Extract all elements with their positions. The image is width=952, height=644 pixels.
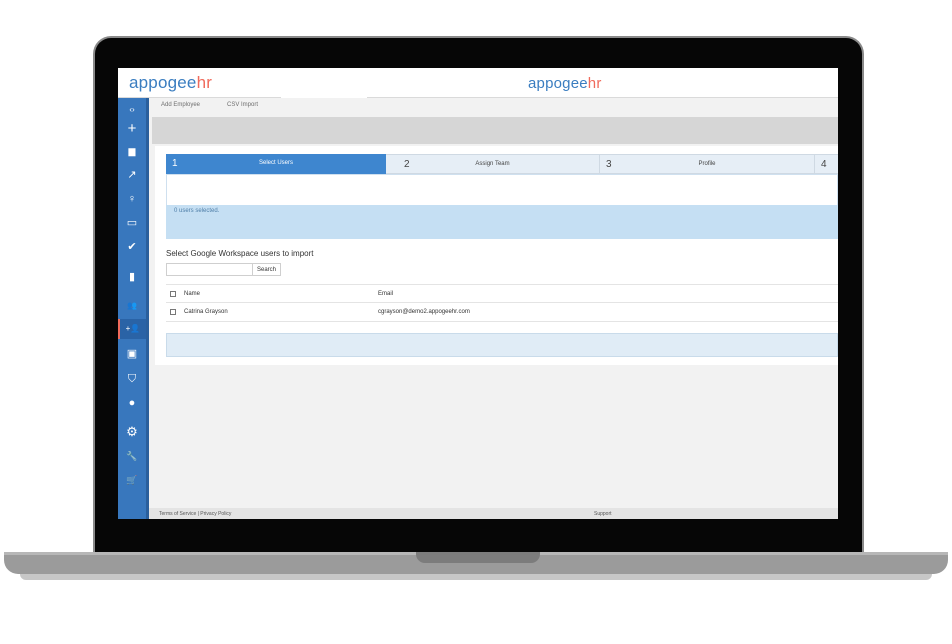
bar-chart-icon[interactable]: ▮: [118, 267, 146, 287]
app-screen: appogeehr appogeehr ‹› + ▆ ↗ ♀ ▭ ✔ ▮ 👥 +…: [118, 68, 838, 519]
row-checkbox[interactable]: [170, 309, 176, 315]
step-profile[interactable]: 3 Profile: [599, 154, 814, 174]
column-header-email: Email: [378, 291, 394, 297]
person-add-icon[interactable]: +👤: [118, 319, 146, 339]
step-assign-team[interactable]: 2 Assign Team: [386, 154, 599, 174]
legal-links[interactable]: Terms of Service | Privacy Policy: [159, 511, 231, 517]
search-input[interactable]: [166, 263, 253, 276]
import-heading: Select Google Workspace users to import: [166, 249, 314, 258]
page-footer: Terms of Service | Privacy Policy Suppor…: [149, 508, 838, 519]
trending-icon[interactable]: ↗: [118, 165, 146, 185]
search-button[interactable]: Search: [252, 263, 281, 276]
user-email: cgrayson@demo2.appogeehr.com: [378, 309, 470, 315]
table-header: Name Email: [166, 284, 838, 303]
gear-icon[interactable]: ⚙: [118, 422, 146, 442]
step-select-users[interactable]: 1 Select Users: [166, 154, 400, 174]
tab-csv-import[interactable]: CSV Import: [227, 102, 258, 108]
select-all-checkbox[interactable]: [170, 291, 176, 297]
shield-icon[interactable]: ⛉: [118, 369, 146, 389]
divider: [367, 97, 838, 98]
account-circle-icon[interactable]: ●: [118, 393, 146, 413]
cart-icon[interactable]: 🛒: [118, 470, 146, 490]
selected-count: 0 users selected.: [174, 208, 220, 214]
column-header-name: Name: [184, 291, 201, 297]
check-circle-icon[interactable]: ✔: [118, 237, 146, 257]
people-icon[interactable]: 👥: [118, 296, 146, 316]
devices-icon[interactable]: ▭: [118, 213, 146, 233]
header-logo[interactable]: appogeehr: [528, 75, 602, 92]
toolbar-band: [152, 117, 838, 144]
sidebar-logo[interactable]: appogeehr: [129, 73, 212, 93]
sidebar: ‹› + ▆ ↗ ♀ ▭ ✔ ▮ 👥 +👤 ▣ ⛉ ● ⚙ 🔧 🛒: [118, 98, 146, 519]
user-name: Catrina Grayson: [184, 309, 228, 315]
lightbulb-icon[interactable]: ♀: [118, 189, 146, 209]
sidebar-toggle-icon[interactable]: ‹›: [118, 100, 146, 120]
wrench-icon[interactable]: 🔧: [118, 446, 146, 466]
laptop-shadow: [20, 574, 932, 580]
table-footer-bar: [166, 333, 838, 357]
top-header: appogeehr appogeehr: [118, 68, 838, 98]
briefcase-icon[interactable]: ▆: [118, 141, 146, 161]
selection-status-bar: [166, 205, 838, 239]
step-4[interactable]: 4: [814, 154, 838, 174]
laptop-notch: [416, 552, 540, 563]
table-row[interactable]: Catrina Grayson cgrayson@demo2.appogeehr…: [166, 303, 838, 322]
tab-add-employee[interactable]: Add Employee: [161, 102, 200, 108]
contact-card-icon[interactable]: ▣: [118, 344, 146, 364]
plus-icon[interactable]: +: [118, 119, 146, 139]
support-link[interactable]: Support: [594, 511, 612, 517]
sidebar-edge: [146, 98, 149, 519]
